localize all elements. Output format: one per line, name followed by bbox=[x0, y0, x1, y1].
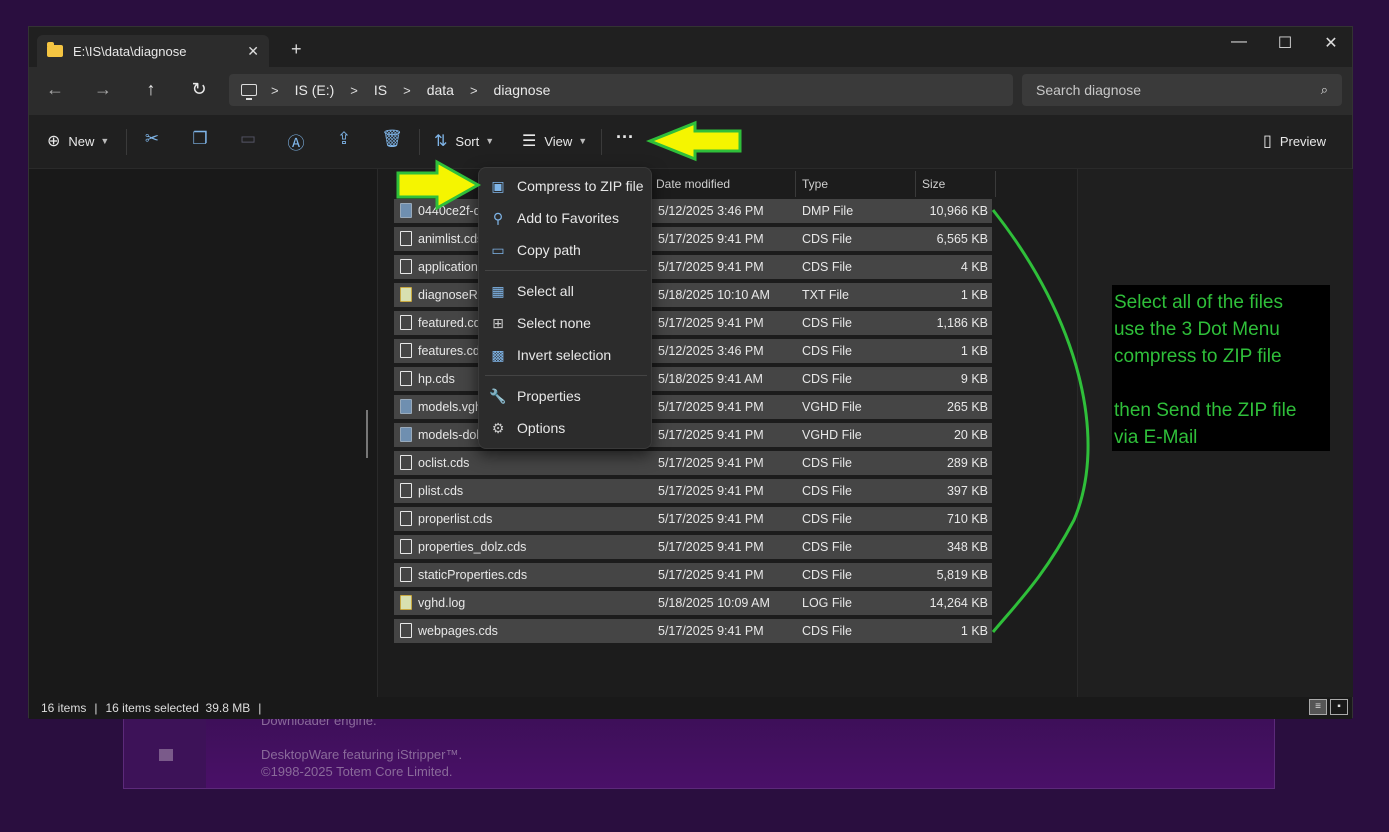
bracket-curve bbox=[991, 209, 1090, 633]
arrow-pointing-left-icon bbox=[645, 120, 742, 162]
arrow-pointing-right-icon bbox=[396, 159, 482, 211]
annotation-overlay bbox=[396, 120, 1090, 633]
